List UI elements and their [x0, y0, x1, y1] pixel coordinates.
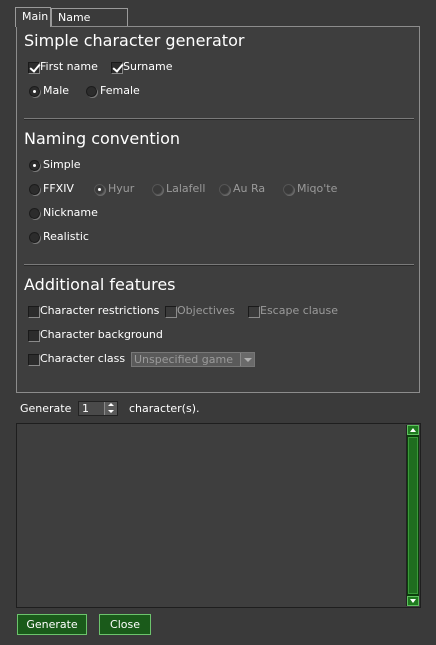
scroll-thumb[interactable]	[408, 437, 418, 594]
character-count-spinbox[interactable]: 1	[78, 401, 118, 416]
male-label[interactable]: Male	[43, 84, 69, 98]
character-restrictions-checkbox[interactable]	[28, 306, 40, 318]
game-select-value: Unspecified game	[134, 353, 233, 366]
spin-up-icon[interactable]	[105, 402, 117, 408]
ffxiv-radio[interactable]	[29, 184, 40, 195]
female-label[interactable]: Female	[100, 84, 140, 98]
miqote-radio[interactable]	[283, 184, 294, 195]
divider	[24, 264, 414, 266]
character-background-label[interactable]: Character background	[40, 328, 163, 342]
ffxiv-label[interactable]: FFXIV	[43, 182, 74, 196]
spin-buttons[interactable]	[104, 402, 117, 415]
chevron-down-icon[interactable]	[240, 353, 254, 366]
section-title-naming: Naming convention	[24, 129, 181, 148]
vertical-scrollbar[interactable]	[406, 425, 419, 606]
escape-clause-label[interactable]: Escape clause	[260, 304, 338, 318]
nickname-label[interactable]: Nickname	[43, 206, 98, 220]
divider	[24, 118, 414, 120]
close-button[interactable]: Close	[99, 614, 151, 635]
generate-prefix-label: Generate	[20, 402, 72, 415]
male-radio[interactable]	[29, 86, 40, 97]
nickname-radio[interactable]	[29, 208, 40, 219]
simple-label[interactable]: Simple	[43, 158, 81, 172]
character-class-label[interactable]: Character class	[40, 352, 125, 366]
surname-label[interactable]: Surname	[123, 60, 172, 74]
lalafell-label[interactable]: Lalafell	[166, 182, 205, 196]
miqote-label[interactable]: Miqo'te	[297, 182, 337, 196]
female-radio[interactable]	[86, 86, 97, 97]
generate-button[interactable]: Generate	[17, 614, 87, 635]
au-ra-label[interactable]: Au Ra	[233, 182, 265, 196]
tab-main-label: Main	[22, 10, 49, 23]
first-name-label[interactable]: First name	[40, 60, 98, 74]
hyur-label[interactable]: Hyur	[108, 182, 134, 196]
game-select[interactable]: Unspecified game	[131, 352, 255, 367]
objectives-label[interactable]: Objectives	[177, 304, 235, 318]
realistic-radio[interactable]	[29, 232, 40, 243]
realistic-label[interactable]: Realistic	[43, 230, 89, 244]
au-ra-radio[interactable]	[219, 184, 230, 195]
character-restrictions-label[interactable]: Character restrictions	[40, 304, 159, 318]
output-textarea[interactable]	[16, 423, 421, 608]
spin-down-icon[interactable]	[105, 409, 117, 415]
escape-clause-checkbox[interactable]	[248, 306, 260, 318]
lalafell-radio[interactable]	[152, 184, 163, 195]
surname-checkbox[interactable]	[111, 62, 123, 74]
scroll-down-icon[interactable]	[407, 596, 419, 606]
section-title-generator: Simple character generator	[24, 31, 245, 50]
character-class-checkbox[interactable]	[28, 354, 40, 366]
simple-radio[interactable]	[29, 160, 40, 171]
section-title-features: Additional features	[24, 275, 176, 294]
character-count-value[interactable]: 1	[82, 402, 89, 415]
objectives-checkbox[interactable]	[165, 306, 177, 318]
first-name-checkbox[interactable]	[28, 62, 40, 74]
hyur-radio[interactable]	[94, 184, 105, 195]
tab-main[interactable]: Main	[15, 7, 51, 27]
generate-suffix-label: character(s).	[129, 402, 200, 415]
scroll-up-icon[interactable]	[407, 425, 419, 435]
character-background-checkbox[interactable]	[28, 330, 40, 342]
tab-name-options[interactable]: Name options	[51, 8, 128, 42]
